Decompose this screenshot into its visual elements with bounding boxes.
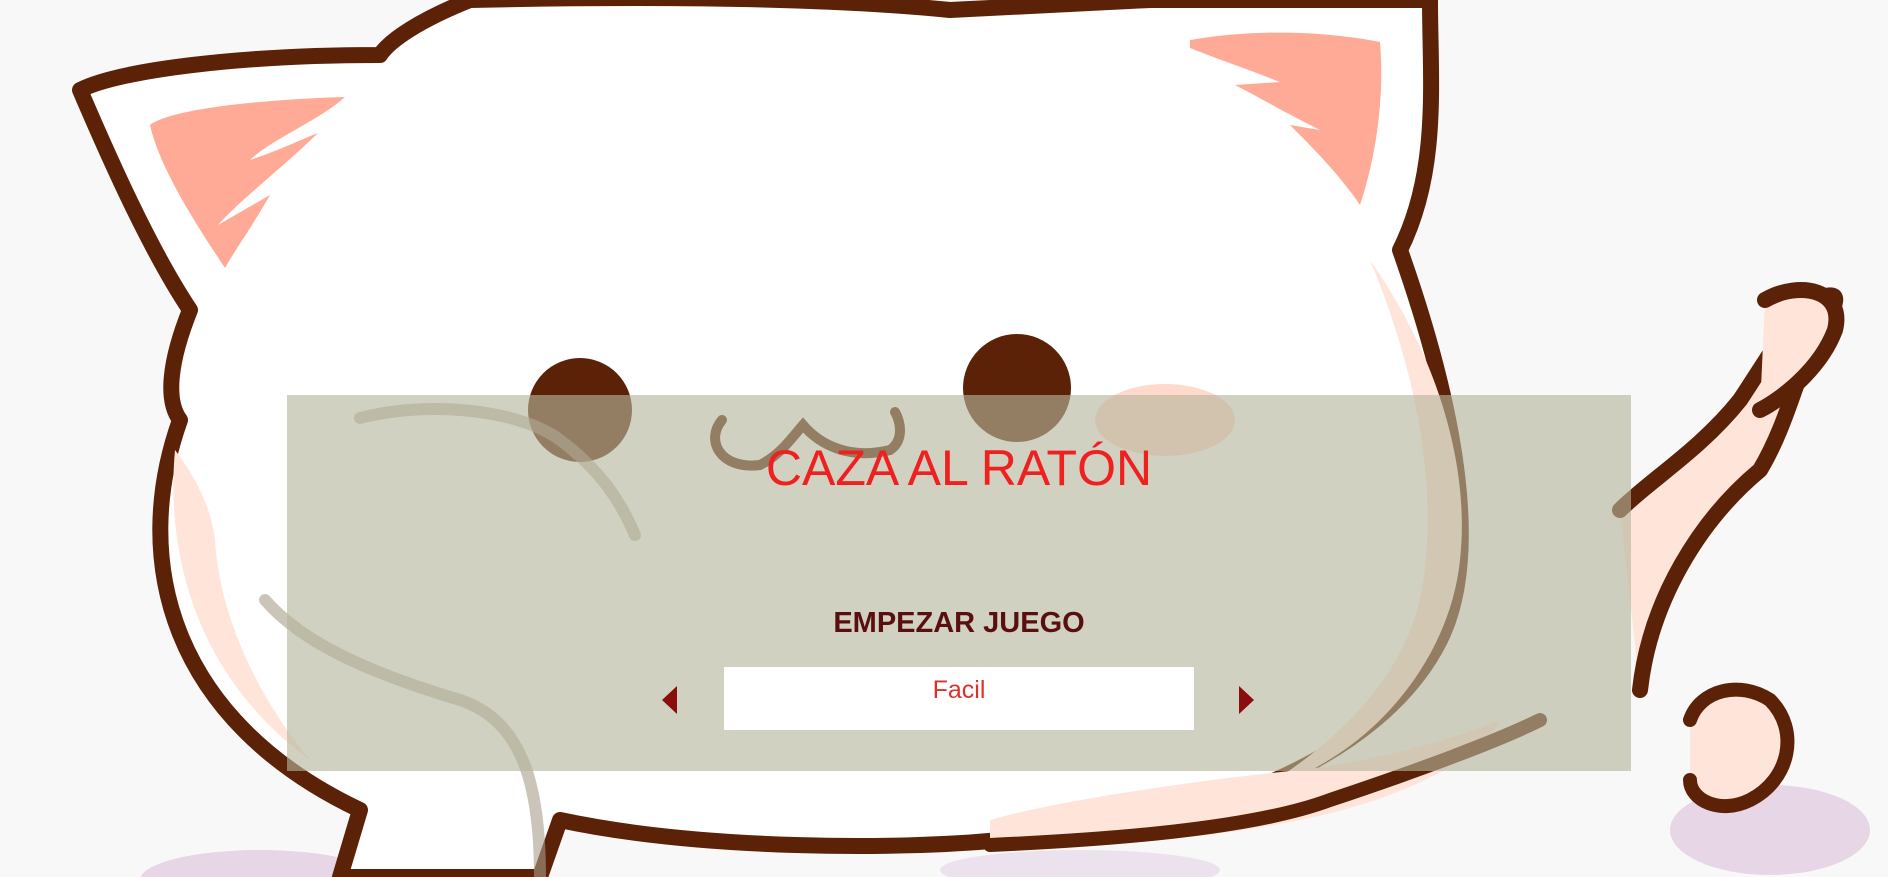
game-title: CAZA AL RATÓN	[765, 440, 1153, 496]
cat-tail-tip	[1752, 282, 1845, 418]
main-menu-panel: CAZA AL RATÓN EMPEZAR JUEGO Facil	[287, 395, 1631, 771]
cat-right-foot	[1683, 682, 1795, 814]
caret-left-icon[interactable]	[662, 686, 677, 714]
caret-right-icon[interactable]	[1239, 686, 1254, 714]
difficulty-selector[interactable]: Facil	[724, 667, 1194, 730]
start-game-button[interactable]: EMPEZAR JUEGO	[287, 608, 1631, 638]
difficulty-value: Facil	[932, 676, 986, 704]
game-screen: CAZA AL RATÓN EMPEZAR JUEGO Facil	[0, 0, 1888, 877]
floor-shadow-center	[940, 850, 1220, 877]
start-game-label: EMPEZAR JUEGO	[833, 607, 1085, 639]
